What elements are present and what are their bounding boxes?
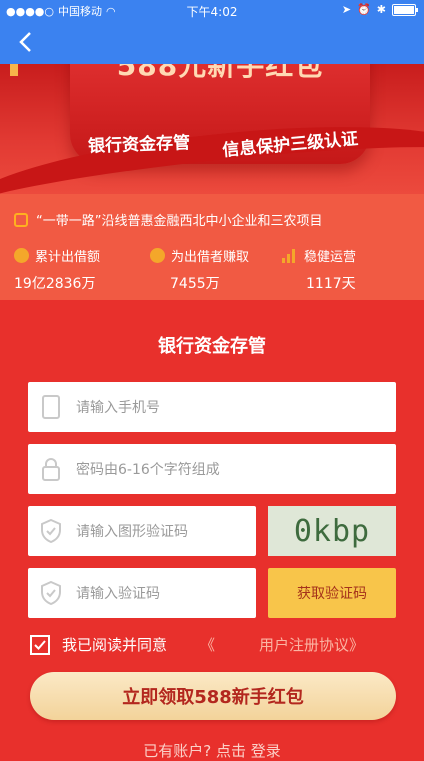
login-prompt[interactable]: 已有账户? 点击 登录 — [0, 740, 424, 761]
document-icon — [14, 212, 28, 227]
alarm-icon: ⏰ — [357, 3, 371, 16]
captcha-field[interactable]: 请输入图形验证码 — [28, 506, 256, 556]
stat-label: 累计出借额 — [35, 250, 101, 265]
form-title: 银行资金存管 — [158, 336, 266, 357]
captcha-image[interactable]: 0kbp — [268, 506, 396, 556]
battery-icon — [392, 3, 418, 16]
phone-field[interactable]: 请输入手机号 — [28, 382, 396, 432]
info-panel: “一带一路”沿线普惠金融西北中小企业和三农项目 累计出借额 19亿2836万 为… — [0, 194, 424, 300]
agreement-link[interactable]: 《 用户注册协议》 — [200, 634, 364, 655]
agree-text: 我已阅读并同意 — [62, 636, 168, 654]
stat-value: 19亿2836万 — [14, 276, 96, 292]
sms-placeholder: 请输入验证码 — [76, 586, 160, 602]
chart-icon — [282, 248, 298, 263]
check-icon — [34, 639, 46, 650]
bluetooth-icon: ✱ — [376, 3, 386, 16]
stat-label: 稳健运营 — [304, 250, 357, 265]
promo-banner: 588元新手红包 银行资金存管 信息保护三级认证 — [0, 64, 424, 194]
get-sms-code-button[interactable]: 获取验证码 — [268, 568, 396, 618]
headline-text: “一带一路”沿线普惠金融西北中小企业和三农项目 — [36, 214, 323, 229]
stat-value: 7455万 — [170, 276, 220, 292]
password-field[interactable]: 密码由6-16个字符组成 — [28, 444, 396, 494]
stat-operation-days: 稳健运营 1117天 — [282, 246, 356, 293]
headline-row: “一带一路”沿线普惠金融西北中小企业和三农项目 — [14, 210, 322, 229]
stat-label: 为出借者赚取 — [171, 250, 250, 265]
stat-earnings: 为出借者赚取 7455万 — [150, 246, 249, 293]
banner-title: 588元新手红包 — [116, 64, 324, 82]
agreement-open: 《 — [200, 636, 216, 654]
agreement-row: 我已阅读并同意 — [30, 634, 167, 655]
captcha-placeholder: 请输入图形验证码 — [76, 524, 188, 540]
lock-icon — [40, 457, 62, 481]
banner-tag: 银行资金存管 — [87, 133, 191, 157]
status-bar: ●●●●○ 中国移动 ◠ 下午4:02 ➤ ⏰ ✱ — [0, 0, 424, 20]
location-icon: ➤ — [341, 3, 352, 16]
nav-bar — [0, 20, 424, 64]
chevron-left-icon — [19, 32, 31, 52]
agreement-close: 》 — [349, 636, 365, 654]
shield-icon — [40, 581, 62, 605]
back-button[interactable] — [14, 30, 38, 54]
money-bag-icon — [14, 248, 29, 263]
decoration — [10, 64, 18, 76]
agree-checkbox[interactable] — [30, 634, 50, 655]
agreement-title: 用户注册协议 — [259, 636, 350, 654]
claim-bonus-button[interactable]: 立即领取588新手红包 — [30, 672, 396, 720]
stat-value: 1117天 — [306, 276, 356, 292]
password-placeholder: 密码由6-16个字符组成 — [76, 462, 220, 478]
coin-icon — [150, 248, 165, 263]
sms-code-field[interactable]: 请输入验证码 — [28, 568, 256, 618]
phone-placeholder: 请输入手机号 — [76, 400, 160, 416]
stat-total-lent: 累计出借额 19亿2836万 — [14, 246, 100, 293]
phone-icon — [40, 395, 62, 419]
shield-icon — [40, 519, 62, 543]
